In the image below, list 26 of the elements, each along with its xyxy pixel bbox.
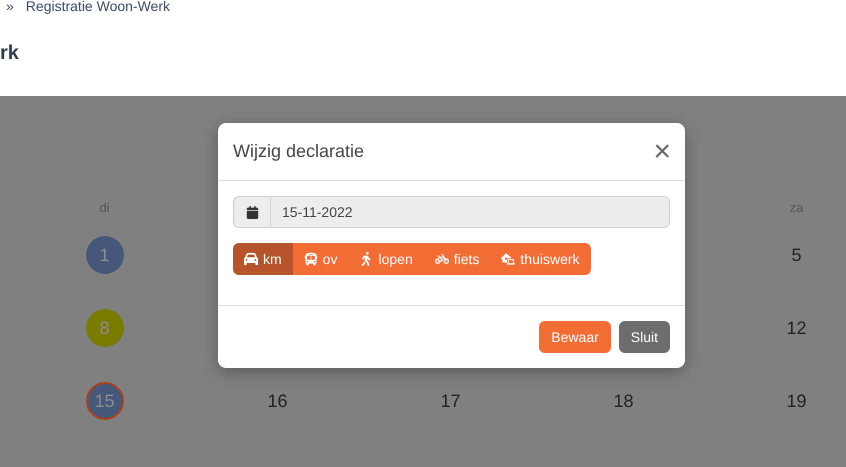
walking-person-icon (359, 252, 374, 266)
day-number[interactable]: 12 (786, 314, 807, 342)
car-icon (244, 252, 258, 266)
bicycle-icon (434, 252, 449, 266)
mode-tab[interactable]: lopen (348, 243, 424, 275)
day-marker[interactable]: 1 (86, 236, 124, 274)
day-number[interactable]: 19 (786, 388, 807, 414)
calendar-icon (246, 206, 258, 218)
house-laptop-icon (501, 252, 516, 266)
page-heading: rk (0, 41, 19, 66)
day-number[interactable]: 16 (267, 388, 288, 414)
save-button[interactable]: Bewaar (539, 321, 611, 353)
day-number[interactable]: 18 (613, 388, 634, 414)
close-dialog-button[interactable]: Sluit (618, 321, 670, 353)
mode-tab[interactable]: thuiswerk (490, 243, 591, 275)
close-button[interactable]: × (653, 136, 671, 166)
day-marker[interactable]: 15 (86, 382, 124, 420)
bus-icon (304, 252, 318, 266)
day-number[interactable]: 5 (791, 242, 802, 268)
mode-tab[interactable]: ov (292, 243, 348, 275)
dialog-title: Wijzig declaratie (233, 140, 364, 163)
mode-tab[interactable]: km (233, 243, 293, 275)
day-number[interactable]: 17 (440, 388, 461, 414)
breadcrumb-link[interactable]: Registratie Woon-Werk (26, 0, 170, 17)
mode-tab[interactable]: fiets (424, 243, 490, 275)
breadcrumb-separator: » (6, 0, 14, 16)
